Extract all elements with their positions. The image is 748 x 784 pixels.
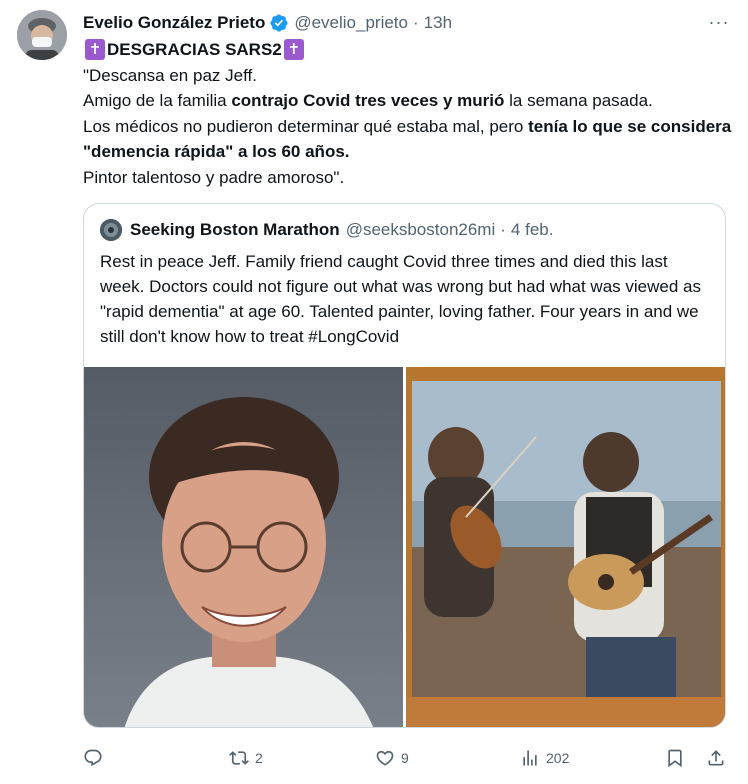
views-button[interactable]: 202 [520,744,569,772]
reply-icon [84,749,102,767]
title-text: DESGRACIAS SARS2 [107,40,282,59]
quoted-text: Rest in peace Jeff. Family friend caught… [100,252,701,346]
share-icon [708,750,724,766]
tweet-text: ✝ DESGRACIAS SARS2 ✝ "Descansa en paz Je… [83,37,733,190]
more-icon[interactable]: ··· [708,11,730,33]
separator: · [412,13,419,32]
quoted-tweet[interactable]: Seeking Boston Marathon @seeksboston26mi… [83,203,726,728]
quoted-author-name[interactable]: Seeking Boston Marathon [130,220,340,240]
bookmark-button[interactable] [665,744,685,772]
repost-icon [229,751,249,765]
author-handle[interactable]: @evelio_prieto [294,13,408,33]
tweet-line: "Descansa en paz Jeff. [83,65,257,85]
avatar-image [17,10,67,60]
repost-count: 2 [255,750,263,766]
quoted-avatar [100,219,122,241]
bold-span: contrajo Covid tres veces y murió [231,91,505,110]
text-span: la semana pasada. [504,91,653,110]
painting-photo[interactable] [406,367,725,727]
quoted-header: Seeking Boston Marathon @seeksboston26mi… [100,218,553,242]
views-icon [523,750,537,766]
like-icon [376,750,394,766]
views-count: 202 [546,750,570,766]
like-count: 9 [401,750,409,766]
timestamp[interactable]: 13h [424,13,452,33]
author-name[interactable]: Evelio González Prieto [83,13,265,33]
latin-cross-icon: ✝ [283,39,304,61]
tweet-line: Los médicos no pudieron determinar qué e… [83,114,733,165]
action-bar: 2 9 202 [83,744,728,772]
tweet-line: Pintor talentoso y padre amoroso". [83,167,345,187]
like-button[interactable]: 9 [375,744,409,772]
latin-cross-icon: ✝ [85,39,105,61]
tweet-title: ✝ DESGRACIAS SARS2 ✝ [83,37,733,63]
portrait-photo[interactable] [84,367,403,727]
avatar[interactable] [17,10,67,60]
text-span: Los médicos no pudieron determinar qué e… [83,116,529,136]
reply-button[interactable] [83,744,109,772]
verified-badge-icon [269,13,289,33]
repost-button[interactable]: 2 [229,744,263,772]
tweet-header: Evelio González Prieto @evelio_prieto · … [83,11,734,35]
quoted-author-handle[interactable]: @seeksboston26mi [346,220,496,240]
quoted-date[interactable]: 4 feb. [511,220,554,240]
separator: · [500,220,506,239]
share-button[interactable] [706,744,726,772]
bookmark-icon [668,749,682,768]
tweet-line: Amigo de la familia contrajo Covid tres … [83,88,733,114]
text-span: Amigo de la familia [83,91,232,110]
